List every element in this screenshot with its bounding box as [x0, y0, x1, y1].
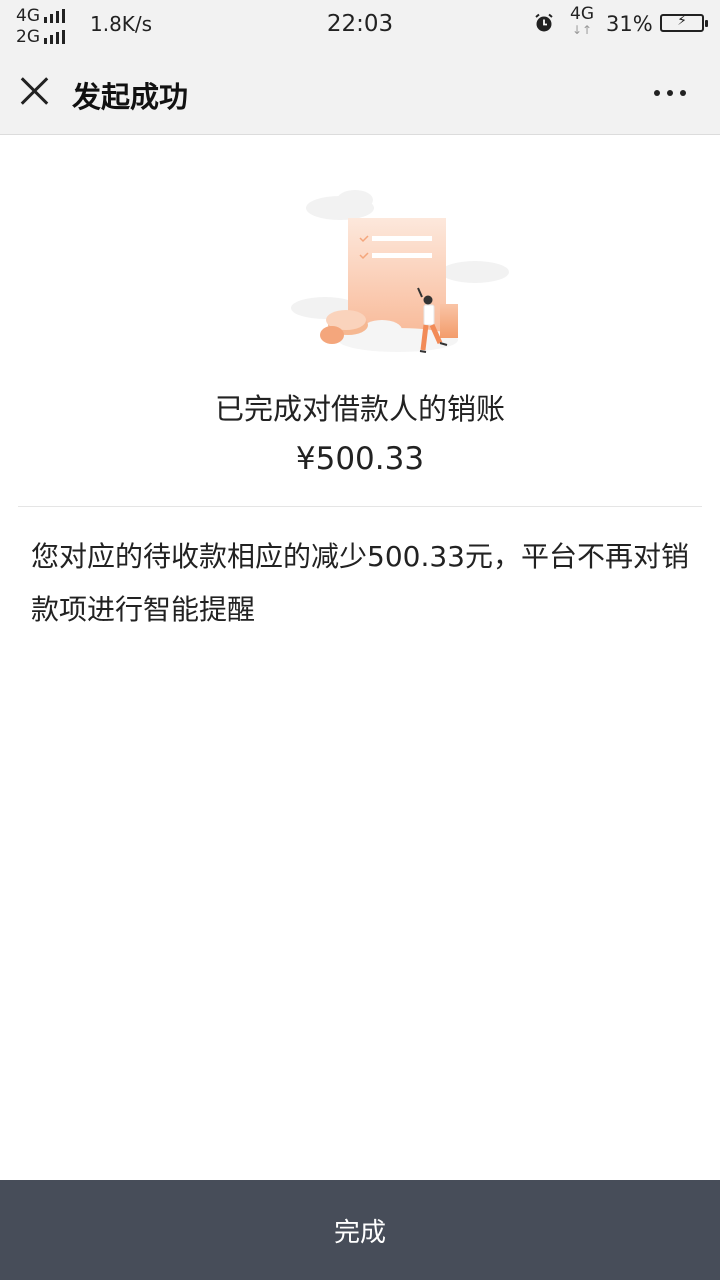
close-icon[interactable] — [20, 76, 50, 106]
done-button[interactable]: 完成 — [0, 1180, 720, 1280]
amount-value: ¥500.33 — [295, 441, 425, 477]
success-illustration — [291, 190, 509, 353]
battery-icon: ⚡ — [660, 13, 708, 32]
page-title: 发起成功 — [72, 80, 189, 114]
more-options-icon[interactable] — [654, 90, 686, 96]
status-bar: 4G 2G 1.8K/s 22:03 4G ↓↑ 31% ⚡ — [0, 0, 720, 50]
divider — [18, 506, 702, 507]
alarm-icon — [535, 13, 553, 32]
charging-icon: ⚡ — [677, 13, 687, 29]
nav-header: 发起成功 — [0, 50, 720, 135]
network-type-right: 4G — [570, 4, 594, 24]
result-title: 已完成对借款人的销账 — [214, 392, 505, 426]
done-button-label: 完成 — [333, 1217, 386, 1248]
battery-percent: 31% — [606, 12, 653, 36]
data-arrows-icon: ↓↑ — [571, 23, 593, 37]
result-description: 您对应的待收款相应的减少500.33元，平台不再对销款项进行智能提醒 — [31, 540, 689, 626]
mobile-data-indicator: 4G ↓↑ — [570, 5, 594, 37]
